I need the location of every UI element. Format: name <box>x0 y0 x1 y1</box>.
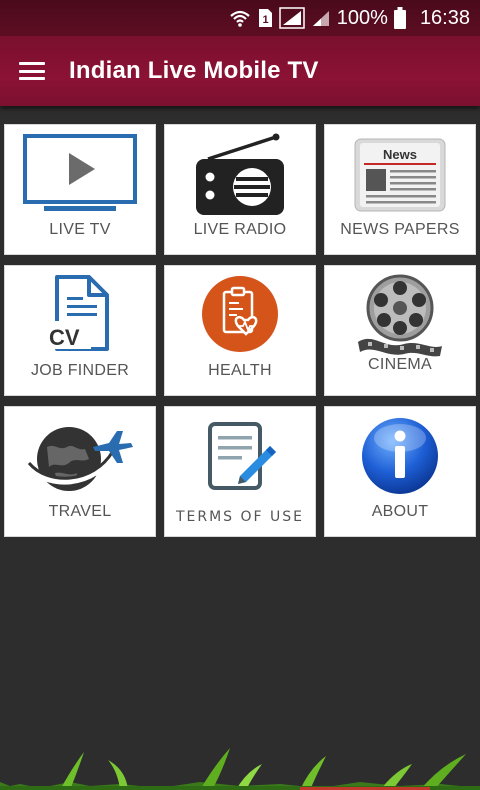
cv-document-icon: CV <box>47 275 109 351</box>
radio-icon <box>196 133 284 215</box>
sim-number: 1 <box>262 14 268 26</box>
tile-cinema[interactable]: CINEMA <box>324 265 476 396</box>
menu-grid: LIVE TV LIVE RADIO News NEWS PAPERS CV J… <box>4 124 476 537</box>
tile-terms-of-use[interactable]: TERMS OF USE <box>164 406 316 537</box>
hamburger-menu-icon[interactable] <box>0 36 64 106</box>
info-icon <box>362 418 438 494</box>
tile-label: JOB FINDER <box>30 362 130 379</box>
tile-label: NEWS PAPERS <box>340 221 460 238</box>
tile-health[interactable]: HEALTH <box>164 265 316 396</box>
signal-strength-icon <box>279 7 305 29</box>
newspaper-icon: News <box>354 138 446 212</box>
tile-live-radio[interactable]: LIVE RADIO <box>164 124 316 255</box>
tile-job-finder[interactable]: CV JOB FINDER <box>4 265 156 396</box>
wifi-icon <box>229 8 251 28</box>
tile-label: TRAVEL <box>48 503 112 520</box>
tile-news-papers[interactable]: News NEWS PAPERS <box>324 124 476 255</box>
newspaper-headline: News <box>383 147 417 162</box>
globe-airplane-icon <box>25 427 133 491</box>
tile-label: CINEMA <box>367 356 433 373</box>
battery-icon <box>393 7 406 29</box>
tile-label: TERMS OF USE <box>175 509 305 525</box>
health-clipboard-icon <box>202 276 278 352</box>
signal-weak-icon <box>311 8 331 28</box>
document-pencil-icon <box>208 422 276 490</box>
tile-label: LIVE TV <box>49 221 111 238</box>
grass-decoration <box>0 748 480 790</box>
status-bar: 1 100% 16:38 <box>0 0 480 36</box>
app-title: Indian Live Mobile TV <box>69 57 319 84</box>
film-reel-icon <box>358 274 442 357</box>
cv-text: CV <box>49 325 80 350</box>
tile-label: HEALTH <box>208 362 272 379</box>
tile-label: LIVE RADIO <box>193 221 287 238</box>
tile-travel[interactable]: TRAVEL <box>4 406 156 537</box>
clock: 16:38 <box>419 6 470 29</box>
tile-label: ABOUT <box>371 503 429 520</box>
sim-card-icon: 1 <box>257 8 273 28</box>
tile-live-tv[interactable]: LIVE TV <box>4 124 156 255</box>
tv-play-icon <box>23 134 137 211</box>
app-bar: Indian Live Mobile TV <box>0 36 480 106</box>
battery-percent: 100% <box>336 6 388 29</box>
tile-about[interactable]: ABOUT <box>324 406 476 537</box>
